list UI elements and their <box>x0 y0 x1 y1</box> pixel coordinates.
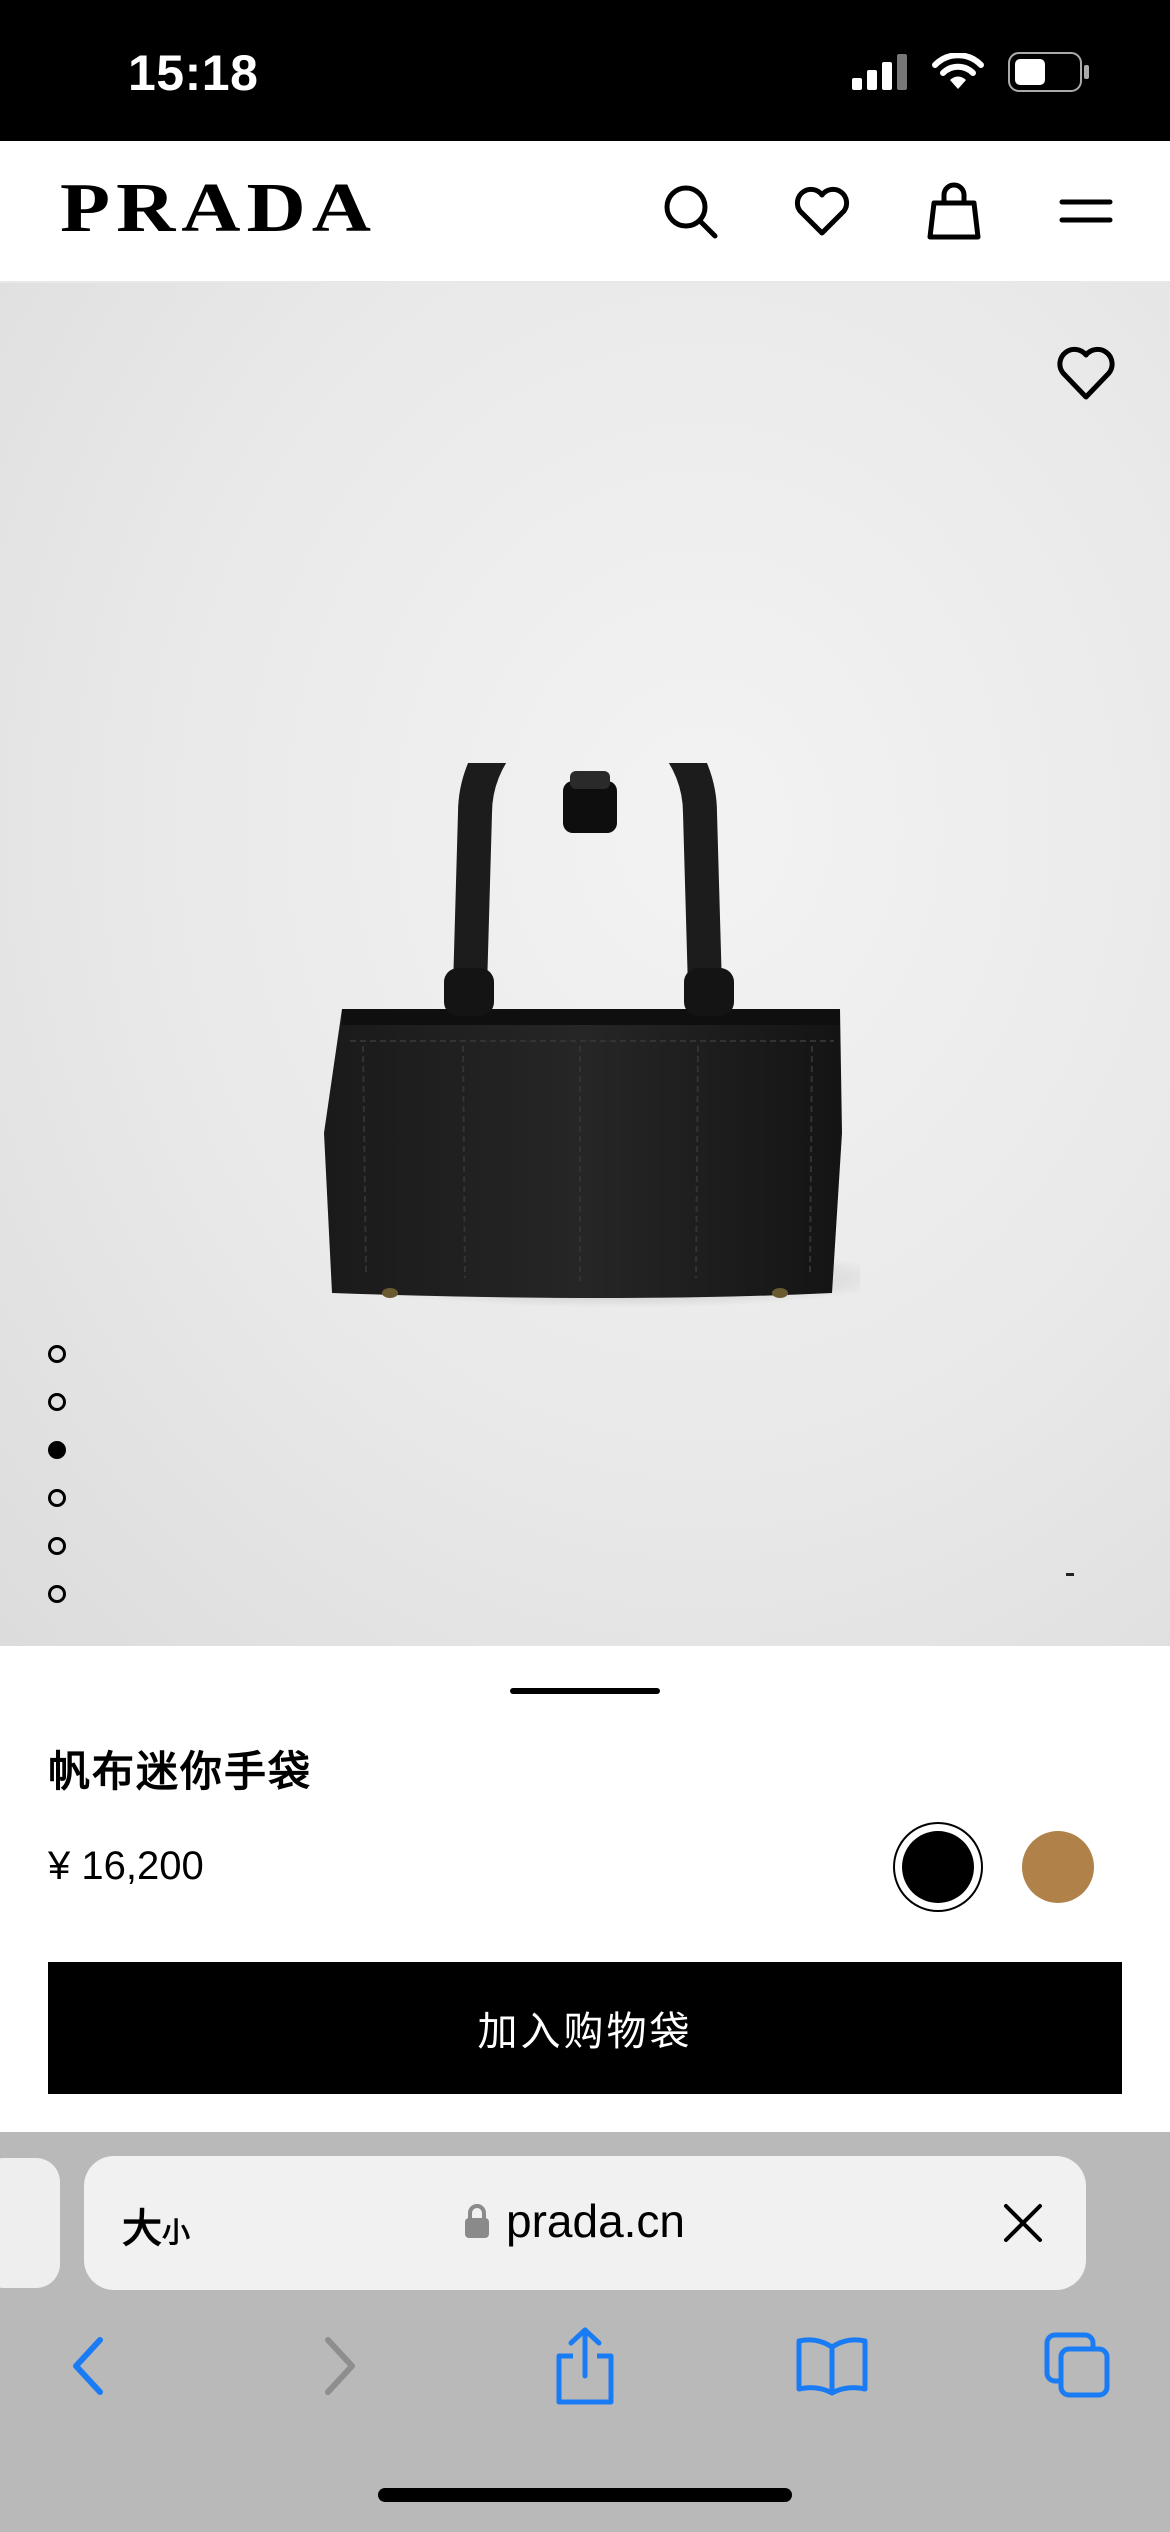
color-swatch-tan[interactable] <box>1022 1831 1094 1903</box>
carousel-dot[interactable] <box>48 1489 66 1507</box>
url-text: prada.cn <box>506 2195 686 2247</box>
tabs-icon[interactable] <box>1038 2326 1118 2406</box>
carousel-dot[interactable] <box>48 1393 66 1411</box>
browser-chrome: 大小 prada.cn <box>0 2132 1170 2532</box>
share-icon[interactable] <box>545 2326 625 2406</box>
bookmarks-icon[interactable] <box>792 2326 872 2406</box>
color-swatch-fill <box>902 1831 974 1903</box>
close-icon[interactable] <box>998 2198 1048 2248</box>
add-to-bag-button[interactable]: 加入购物袋 <box>48 1962 1122 2094</box>
url-display[interactable]: prada.cn <box>464 2194 685 2248</box>
signal-icon <box>852 54 907 90</box>
text-size-button[interactable]: 大小 <box>122 2196 190 2254</box>
product-price: ¥ 16,200 <box>48 1844 204 1888</box>
wifi-icon <box>932 53 984 89</box>
previous-tab-preview[interactable] <box>0 2158 60 2288</box>
back-icon[interactable] <box>48 2326 128 2406</box>
status-bar: 15:18 <box>0 0 1170 141</box>
shopping-bag-icon[interactable] <box>922 179 986 243</box>
home-indicator <box>378 2488 792 2502</box>
prada-logo[interactable]: PRADA <box>60 173 377 243</box>
carousel-dot[interactable] <box>48 1537 66 1555</box>
search-icon[interactable] <box>658 179 722 243</box>
product-name: 帆布迷你手袋 <box>48 1747 313 1796</box>
status-time: 15:18 <box>128 45 259 101</box>
color-swatch-black[interactable] <box>893 1822 983 1912</box>
forward-icon[interactable] <box>300 2326 380 2406</box>
carousel-dot-active[interactable] <box>48 1441 66 1459</box>
product-image-bag <box>324 763 860 1308</box>
browser-toolbar <box>0 2312 1170 2432</box>
site-header: PRADA <box>0 141 1170 283</box>
battery-icon <box>1008 52 1089 92</box>
product-info-panel: 帆布迷你手袋 ¥ 16,200 加入购物袋 <box>0 1646 1170 2132</box>
carousel-dot[interactable] <box>48 1585 66 1603</box>
lock-icon <box>465 2204 489 2238</box>
text-size-small: 小 <box>162 2216 191 2249</box>
heart-icon[interactable] <box>790 179 854 243</box>
carousel-dots <box>48 1345 66 1603</box>
address-bar[interactable]: 大小 prada.cn <box>84 2156 1086 2290</box>
menu-icon[interactable] <box>1054 179 1118 243</box>
wishlist-heart-icon[interactable] <box>1056 345 1116 405</box>
product-image-carousel[interactable] <box>0 283 1170 1646</box>
image-mark <box>1066 1573 1074 1576</box>
sheet-grabber[interactable] <box>510 1688 660 1694</box>
carousel-dot[interactable] <box>48 1345 66 1363</box>
status-icons <box>852 52 1090 92</box>
text-size-big: 大 <box>122 2206 162 2252</box>
